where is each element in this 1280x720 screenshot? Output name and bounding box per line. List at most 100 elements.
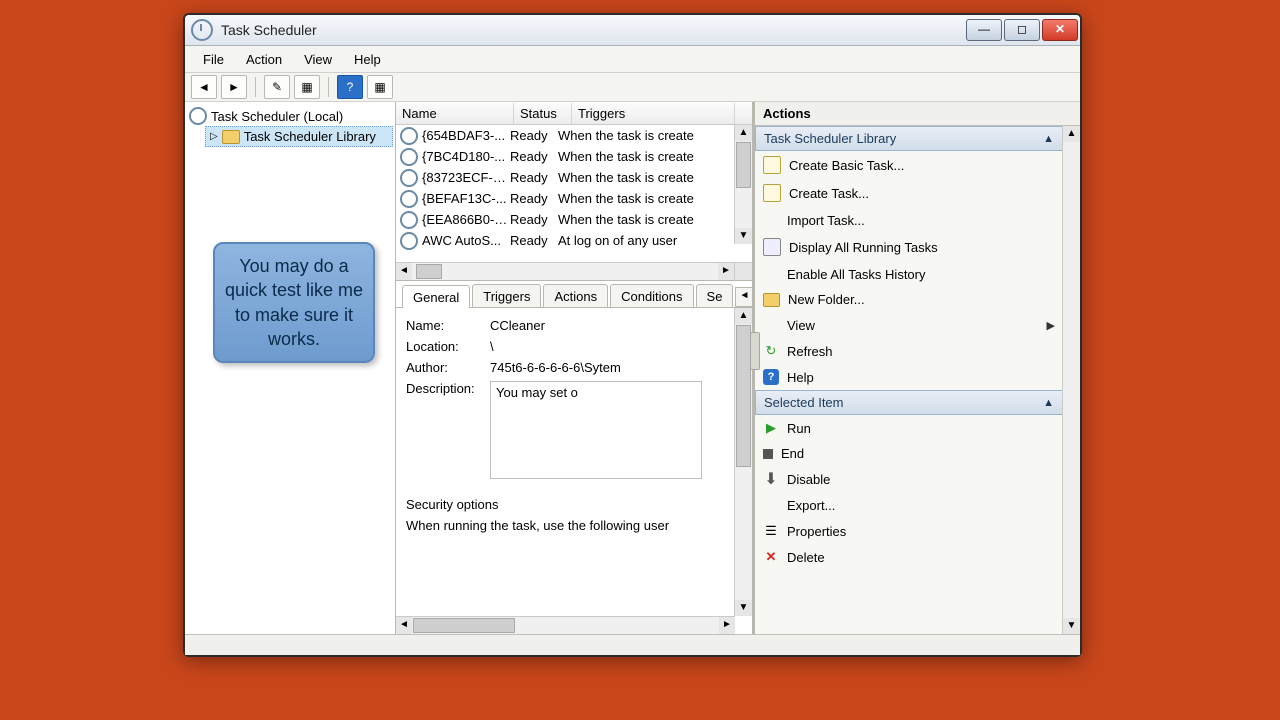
tab-actions[interactable]: Actions — [543, 284, 608, 307]
description-value: You may set o — [496, 385, 578, 400]
collapse-icon[interactable]: ▲ — [1043, 133, 1054, 145]
action-import-task[interactable]: Import Task... — [755, 207, 1063, 233]
action-label: Create Basic Task... — [789, 158, 904, 173]
action-new-folder[interactable]: New Folder... — [755, 287, 1063, 312]
task-trigger: When the task is create — [558, 170, 752, 185]
action-view[interactable]: View ▶ — [755, 312, 1063, 338]
nav-forward-button[interactable]: ► — [221, 75, 247, 99]
task-row[interactable]: {7BC4D180-...ReadyWhen the task is creat… — [396, 146, 752, 167]
nav-back-button[interactable]: ◄ — [191, 75, 217, 99]
action-label: Disable — [787, 472, 830, 487]
menu-view[interactable]: View — [294, 49, 342, 70]
toolbar-extra-button[interactable]: ▦ — [367, 75, 393, 99]
scroll-down-icon[interactable]: ▼ — [735, 228, 752, 244]
task-status: Ready — [510, 233, 558, 248]
action-run[interactable]: ▶ Run — [755, 415, 1063, 441]
collapse-icon[interactable]: ▲ — [1043, 397, 1054, 409]
task-list-vscroll[interactable]: ▲ ▼ — [734, 125, 752, 244]
task-status: Ready — [510, 128, 558, 143]
toolbar-help-button[interactable]: ? — [337, 75, 363, 99]
action-disable[interactable]: ⬇ Disable — [755, 466, 1063, 492]
export-icon — [763, 497, 779, 513]
scroll-left-icon[interactable]: ◄ — [396, 617, 412, 634]
scroll-thumb[interactable] — [736, 325, 751, 467]
menu-file[interactable]: File — [193, 49, 234, 70]
scroll-thumb[interactable] — [413, 618, 515, 633]
scroll-down-icon[interactable]: ▼ — [1063, 618, 1080, 634]
scroll-up-icon[interactable]: ▲ — [1063, 126, 1080, 142]
task-status: Ready — [510, 212, 558, 227]
tab-conditions[interactable]: Conditions — [610, 284, 693, 307]
task-icon — [400, 169, 418, 187]
task-row[interactable]: {83723ECF-5...ReadyWhen the task is crea… — [396, 167, 752, 188]
action-display-running[interactable]: Display All Running Tasks — [755, 233, 1063, 261]
task-icon — [400, 232, 418, 250]
column-name[interactable]: Name — [396, 103, 514, 124]
section-library-label: Task Scheduler Library — [764, 131, 896, 146]
action-create-task[interactable]: Create Task... — [755, 179, 1063, 207]
task-name: {EEA866B0-1... — [422, 212, 510, 227]
scroll-up-icon[interactable]: ▲ — [735, 308, 752, 324]
scroll-track[interactable] — [1063, 142, 1080, 618]
minimize-button[interactable]: — — [966, 19, 1002, 41]
scroll-right-icon[interactable]: ► — [718, 263, 734, 280]
scheduler-icon — [189, 107, 207, 125]
task-list: Name Status Triggers {654BDAF3-...ReadyW… — [396, 102, 752, 281]
action-properties[interactable]: ☰ Properties — [755, 518, 1063, 544]
task-list-header: Name Status Triggers — [396, 102, 752, 125]
maximize-button[interactable]: ◻ — [1004, 19, 1040, 41]
toolbar-action-button[interactable]: ✎ — [264, 75, 290, 99]
menu-action[interactable]: Action — [236, 49, 292, 70]
action-refresh[interactable]: ↻ Refresh — [755, 338, 1063, 364]
scroll-left-icon[interactable]: ◄ — [396, 263, 412, 280]
action-label: Enable All Tasks History — [787, 267, 926, 282]
tab-scroll-left-icon[interactable]: ◄ — [735, 287, 753, 307]
description-box[interactable]: You may set o — [490, 381, 702, 479]
window-controls: — ◻ ✕ — [964, 19, 1078, 41]
action-label: Export... — [787, 498, 835, 513]
scroll-thumb[interactable] — [736, 142, 751, 188]
task-list-hscroll[interactable]: ◄ ► — [396, 262, 752, 280]
task-name: AWC AutoS... — [422, 233, 510, 248]
tree-root-label: Task Scheduler (Local) — [211, 109, 343, 124]
tab-settings[interactable]: Se — [696, 284, 734, 307]
column-status[interactable]: Status — [514, 103, 572, 124]
scroll-thumb[interactable] — [416, 264, 442, 279]
task-trigger: When the task is create — [558, 191, 752, 206]
scroll-up-icon[interactable]: ▲ — [735, 125, 752, 141]
task-row[interactable]: {EEA866B0-1...ReadyWhen the task is crea… — [396, 209, 752, 230]
details-hscroll[interactable]: ◄ ► — [396, 616, 735, 634]
tab-triggers[interactable]: Triggers — [472, 284, 541, 307]
folder-icon — [222, 130, 240, 144]
name-value: CCleaner — [490, 318, 748, 333]
close-button[interactable]: ✕ — [1042, 19, 1078, 41]
action-delete[interactable]: ✕ Delete — [755, 544, 1063, 570]
action-create-basic-task[interactable]: Create Basic Task... — [755, 151, 1063, 179]
refresh-icon: ↻ — [763, 343, 779, 359]
section-selected-item[interactable]: Selected Item ▲ — [755, 390, 1063, 415]
menu-help[interactable]: Help — [344, 49, 391, 70]
section-library[interactable]: Task Scheduler Library ▲ — [755, 126, 1063, 151]
task-row[interactable]: {BEFAF13C-...ReadyWhen the task is creat… — [396, 188, 752, 209]
status-bar — [185, 634, 1080, 655]
action-enable-history[interactable]: Enable All Tasks History — [755, 261, 1063, 287]
running-tasks-icon — [763, 238, 781, 256]
tab-general[interactable]: General — [402, 285, 470, 308]
actions-vscroll[interactable]: ▲ ▼ — [1062, 126, 1080, 634]
column-triggers[interactable]: Triggers — [572, 103, 735, 124]
task-row[interactable]: AWC AutoS...ReadyAt log on of any user — [396, 230, 752, 251]
scroll-right-icon[interactable]: ► — [719, 617, 735, 634]
toolbar-properties-button[interactable]: ▦ — [294, 75, 320, 99]
scroll-down-icon[interactable]: ▼ — [735, 600, 752, 616]
action-help[interactable]: ? Help — [755, 364, 1063, 390]
properties-icon: ☰ — [763, 523, 779, 539]
window-title: Task Scheduler — [221, 22, 964, 38]
task-row[interactable]: {654BDAF3-...ReadyWhen the task is creat… — [396, 125, 752, 146]
action-label: Import Task... — [787, 213, 865, 228]
action-export[interactable]: Export... — [755, 492, 1063, 518]
play-icon: ▶ — [763, 420, 779, 436]
tree-library[interactable]: ▷ Task Scheduler Library — [205, 126, 393, 147]
action-end[interactable]: End — [755, 441, 1063, 466]
action-label: Refresh — [787, 344, 833, 359]
tree-root[interactable]: Task Scheduler (Local) — [187, 106, 393, 126]
